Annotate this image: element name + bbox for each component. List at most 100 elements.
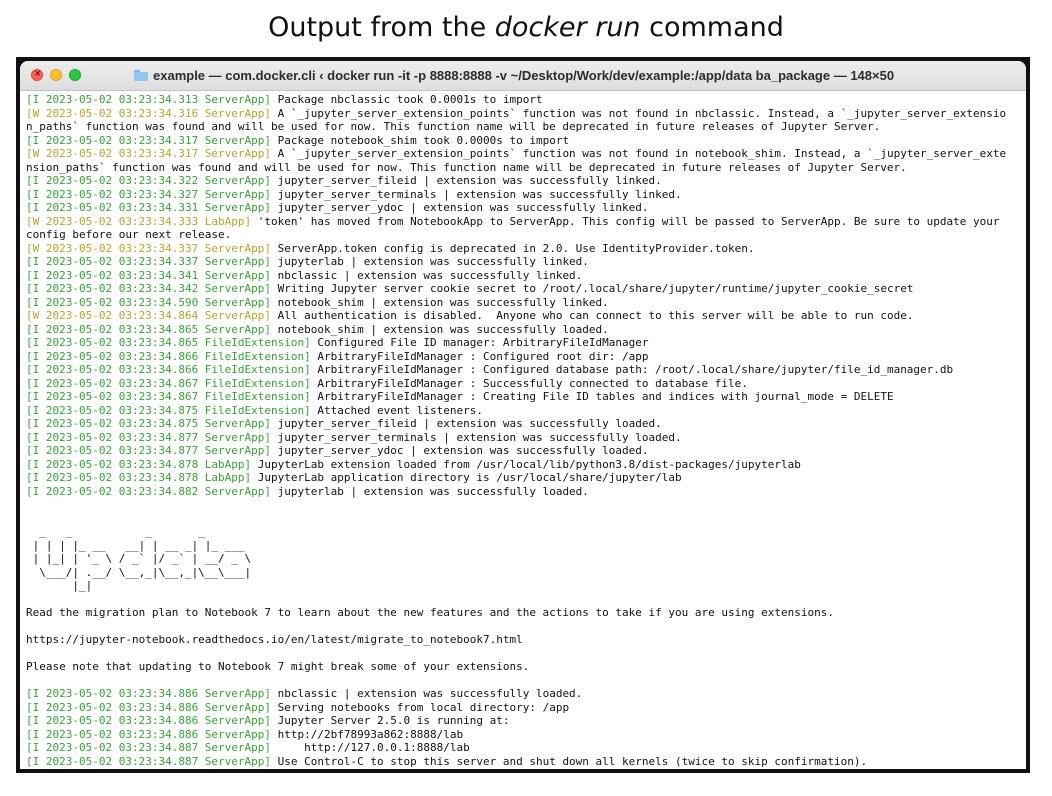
log-message: 'token' has moved from NotebookApp to Se… [251, 214, 1000, 228]
log-message: notebook_shim | extension was successful… [271, 322, 609, 336]
maximize-button[interactable] [69, 69, 81, 81]
log-message: jupyter_server_terminals | extension was… [271, 430, 682, 444]
minimize-button[interactable] [50, 69, 62, 81]
log-message: All authentication is disabled. Anyone w… [271, 309, 914, 322]
terminal-line: [W 2023-05-02 03:23:34.317 ServerApp] A … [26, 147, 1022, 161]
log-info-prefix: [I 2023-05-02 03:23:34.590 ServerApp] [26, 295, 272, 309]
log-info-prefix: [I 2023-05-02 03:23:34.882 ServerApp] [26, 484, 272, 498]
terminal-line: [I 2023-05-02 03:23:34.882 ServerApp] ju… [26, 485, 1022, 499]
terminal-line: [I 2023-05-02 03:23:34.327 ServerApp] ju… [26, 188, 1022, 202]
terminal-line: [I 2023-05-02 03:23:34.866 FileIdExtensi… [26, 363, 1022, 377]
terminal-line: | | | |_ __ __| | __ _| |_ ___ [26, 539, 1022, 553]
ascii-art-line: | |_| | '_ \ / _` |/ _` | __/ _ \ [26, 552, 252, 565]
log-message: Writing Jupyter server cookie secret to … [271, 282, 914, 295]
terminal-window-inner: × example — com.docker.cli ‹ docker run … [20, 61, 1026, 769]
log-info-prefix: [I 2023-05-02 03:23:34.317 ServerApp] [26, 133, 272, 147]
terminal-output[interactable]: [I 2023-05-02 03:23:34.313 ServerApp] Pa… [26, 93, 1022, 769]
log-message: jupyterlab | extension was successfully … [271, 255, 589, 268]
log-message: jupyterlab | extension was successfully … [271, 484, 589, 498]
log-info-prefix: [I 2023-05-02 03:23:34.337 ServerApp] [26, 255, 272, 268]
log-info-prefix: [I 2023-05-02 03:23:34.887 ServerApp] [26, 754, 272, 768]
log-message: Configured File ID manager: ArbitraryFil… [310, 336, 649, 349]
terminal-line: |_| [26, 579, 1022, 593]
close-icon: × [34, 69, 42, 79]
log-message: Attached event listeners. [310, 403, 483, 417]
log-info-prefix: [I 2023-05-02 03:23:34.886 ServerApp] [26, 727, 272, 741]
close-button[interactable]: × [31, 69, 43, 81]
terminal-line: \___/| .__/ \__,_|\__,_|\__\___| [26, 566, 1022, 580]
terminal-line: [I 2023-05-02 03:23:34.887 ServerApp] Us… [26, 755, 1022, 769]
log-info-prefix: [I 2023-05-02 03:23:34.865 ServerApp] [26, 322, 272, 336]
ascii-art-line: \___/| .__/ \__,_|\__,_|\__\___| [26, 565, 252, 579]
caption-after: command [640, 12, 784, 43]
terminal-line: Read the migration plan to Notebook 7 to… [26, 606, 1022, 620]
log-info-prefix: [I 2023-05-02 03:23:34.341 ServerApp] [26, 268, 272, 282]
terminal-line: [I 2023-05-02 03:23:34.886 ServerApp] nb… [26, 687, 1022, 701]
log-warning-prefix: [W 2023-05-02 03:23:34.333 LabApp] [26, 214, 252, 228]
log-message: notebook_shim | extension was successful… [271, 295, 609, 309]
terminal-line: [I 2023-05-02 03:23:34.590 ServerApp] no… [26, 296, 1022, 310]
log-info-prefix: [I 2023-05-02 03:23:34.313 ServerApp] [26, 93, 272, 106]
log-message: Read the migration plan to Notebook 7 to… [26, 606, 834, 619]
terminal-line: [I 2023-05-02 03:23:34.317 ServerApp] Pa… [26, 134, 1022, 148]
log-message: n_paths` function was found and will be … [26, 120, 881, 133]
terminal-line: [I 2023-05-02 03:23:34.322 ServerApp] ju… [26, 174, 1022, 188]
title-bar[interactable]: × example — com.docker.cli ‹ docker run … [20, 61, 1026, 91]
terminal-line: [I 2023-05-02 03:23:34.337 ServerApp] ju… [26, 255, 1022, 269]
log-info-prefix: [I 2023-05-02 03:23:34.878 LabApp] [26, 457, 252, 471]
log-message: Jupyter Server 2.5.0 is running at: [271, 714, 510, 727]
terminal-line: [I 2023-05-02 03:23:34.875 ServerApp] ju… [26, 417, 1022, 431]
terminal-line: [I 2023-05-02 03:23:34.878 LabApp] Jupyt… [26, 458, 1022, 472]
log-message: ArbitraryFileIdManager : Configured data… [310, 363, 954, 376]
terminal-line: [W 2023-05-02 03:23:34.864 ServerApp] Al… [26, 309, 1022, 323]
log-message: ArbitraryFileIdManager : Creating File I… [310, 390, 894, 403]
terminal-window: × example — com.docker.cli ‹ docker run … [16, 57, 1030, 773]
terminal-line: [I 2023-05-02 03:23:34.867 FileIdExtensi… [26, 390, 1022, 404]
terminal-line: [I 2023-05-02 03:23:34.887 ServerApp] ht… [26, 741, 1022, 755]
log-message: Package notebook_shim took 0.0000s to im… [271, 133, 570, 147]
log-info-prefix: [I 2023-05-02 03:23:34.327 ServerApp] [26, 187, 272, 201]
log-message: jupyter_server_ydoc | extension was succ… [271, 444, 649, 457]
prompt-line[interactable] [26, 768, 1022, 769]
terminal-line: [I 2023-05-02 03:23:34.866 FileIdExtensi… [26, 350, 1022, 364]
terminal-line: [W 2023-05-02 03:23:34.316 ServerApp] A … [26, 107, 1022, 121]
terminal-line: nsion_paths` function was found and will… [26, 161, 1022, 175]
log-info-prefix: [I 2023-05-02 03:23:34.331 ServerApp] [26, 201, 272, 214]
log-message: nsion_paths` function was found and will… [26, 160, 907, 174]
log-info-prefix: [I 2023-05-02 03:23:34.875 ServerApp] [26, 417, 272, 430]
caption-command: docker run [494, 12, 641, 43]
terminal-line: [I 2023-05-02 03:23:34.886 ServerApp] Se… [26, 701, 1022, 715]
log-message: Serving notebooks from local directory: … [271, 700, 570, 714]
terminal-line: n_paths` function was found and will be … [26, 120, 1022, 134]
log-message: nbclassic | extension was successfully l… [271, 268, 583, 282]
log-info-prefix: [I 2023-05-02 03:23:34.865 FileIdExtensi… [26, 336, 311, 349]
terminal-line: Please note that updating to Notebook 7 … [26, 660, 1022, 674]
terminal-line: [I 2023-05-02 03:23:34.341 ServerApp] nb… [26, 269, 1022, 283]
log-warning-prefix: [W 2023-05-02 03:23:34.337 ServerApp] [26, 241, 272, 255]
log-message: jupyter_server_fileid | extension was su… [271, 417, 662, 430]
log-warning-prefix: [W 2023-05-02 03:23:34.864 ServerApp] [26, 309, 272, 322]
log-info-prefix: [I 2023-05-02 03:23:34.877 ServerApp] [26, 430, 272, 444]
log-warning-prefix: [W 2023-05-02 03:23:34.316 ServerApp] [26, 106, 272, 120]
terminal-line: config before our next release. [26, 228, 1022, 242]
log-message: jupyter_server_terminals | extension was… [271, 187, 682, 201]
log-info-prefix: [I 2023-05-02 03:23:34.877 ServerApp] [26, 444, 272, 457]
log-message: config before our next release. [26, 228, 232, 241]
terminal-line: _ _ _ _ [26, 525, 1022, 539]
log-info-prefix: [I 2023-05-02 03:23:34.886 ServerApp] [26, 714, 272, 727]
log-info-prefix: [I 2023-05-02 03:23:34.322 ServerApp] [26, 174, 272, 187]
log-message: ServerApp.token config is deprecated in … [271, 241, 755, 255]
terminal-line: [I 2023-05-02 03:23:34.877 ServerApp] ju… [26, 431, 1022, 445]
log-message: Use Control-C to stop this server and sh… [271, 754, 868, 768]
terminal-line: [I 2023-05-02 03:23:34.877 ServerApp] ju… [26, 444, 1022, 458]
terminal-line: | |_| | '_ \ / _` |/ _` | __/ _ \ [26, 552, 1022, 566]
terminal-line: [I 2023-05-02 03:23:34.865 FileIdExtensi… [26, 336, 1022, 350]
window-title: example — com.docker.cli ‹ docker run -i… [153, 68, 895, 83]
log-message: http://127.0.0.1:8888/lab [271, 741, 470, 754]
log-info-prefix: [I 2023-05-02 03:23:34.867 FileIdExtensi… [26, 390, 311, 403]
terminal-line: [I 2023-05-02 03:23:34.875 FileIdExtensi… [26, 404, 1022, 418]
